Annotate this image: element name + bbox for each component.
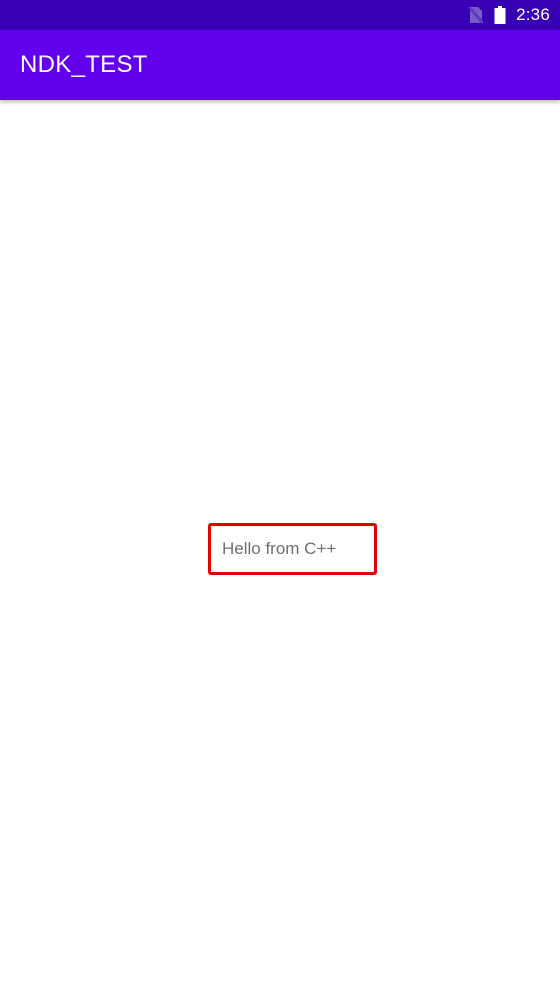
status-bar: 2:36: [0, 0, 560, 30]
battery-icon: [494, 6, 506, 24]
hello-text-view: Hello from C++: [208, 523, 377, 575]
app-title: NDK_TEST: [20, 51, 148, 78]
app-bar: NDK_TEST: [0, 30, 560, 100]
main-content: Hello from C++: [0, 100, 560, 996]
hello-message: Hello from C++: [222, 539, 337, 558]
no-sim-icon: [468, 6, 484, 24]
status-clock: 2:36: [516, 5, 550, 24]
